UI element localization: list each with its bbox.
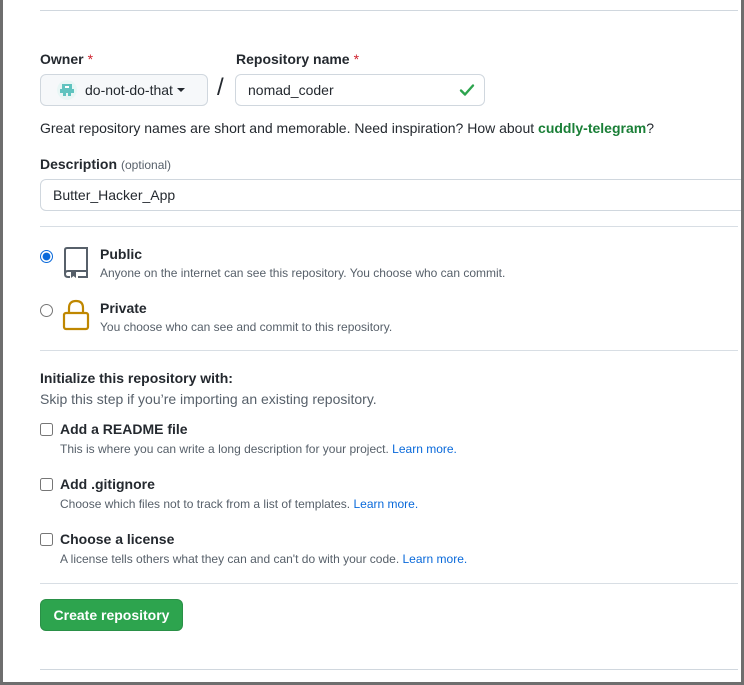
- public-title: Public: [100, 246, 143, 262]
- readme-title: Add a README file: [60, 421, 188, 437]
- owner-required-mark: *: [87, 51, 94, 67]
- owner-label: Owner *: [40, 51, 94, 67]
- optional-tag: (optional): [121, 158, 172, 172]
- initialize-subtitle: Skip this step if you’re importing an ex…: [40, 391, 377, 407]
- private-description: You choose who can see and commit to thi…: [100, 320, 393, 334]
- license-learn-more-link[interactable]: Learn more.: [403, 552, 468, 566]
- repository-name-hint: Great repository names are short and mem…: [40, 120, 654, 136]
- identicon-avatar: [57, 80, 77, 100]
- divider: [40, 583, 738, 584]
- private-radio[interactable]: [40, 304, 53, 317]
- license-checkbox[interactable]: [40, 533, 53, 546]
- gitignore-description: Choose which files not to track from a l…: [60, 497, 419, 511]
- public-radio[interactable]: [40, 250, 53, 263]
- public-description: Anyone on the internet can see this repo…: [100, 266, 506, 280]
- owner-select[interactable]: do-not-do-that: [40, 74, 208, 106]
- repository-name-input[interactable]: [235, 74, 485, 106]
- description-label: Description (optional): [40, 156, 172, 172]
- owner-repo-separator: /: [217, 74, 224, 101]
- readme-learn-more-link[interactable]: Learn more.: [392, 442, 457, 456]
- top-divider: [40, 10, 738, 11]
- description-input[interactable]: [40, 179, 744, 211]
- check-icon: [459, 84, 475, 96]
- gitignore-checkbox[interactable]: [40, 478, 53, 491]
- owner-name: do-not-do-that: [85, 82, 173, 98]
- bottom-divider: [40, 669, 738, 670]
- lock-icon: [62, 299, 90, 331]
- repo-icon: [64, 247, 88, 278]
- create-repository-button[interactable]: Create repository: [40, 599, 183, 631]
- readme-description: This is where you can write a long descr…: [60, 442, 457, 456]
- gitignore-title: Add .gitignore: [60, 476, 155, 492]
- caret-down-icon: [176, 88, 185, 92]
- repository-name-label: Repository name *: [236, 51, 360, 67]
- divider: [40, 350, 738, 351]
- divider: [40, 226, 738, 227]
- readme-checkbox[interactable]: [40, 423, 53, 436]
- initialize-title: Initialize this repository with:: [40, 370, 233, 386]
- gitignore-learn-more-link[interactable]: Learn more.: [353, 497, 418, 511]
- suggested-name-link[interactable]: cuddly-telegram: [538, 120, 646, 136]
- license-title: Choose a license: [60, 531, 175, 547]
- private-title: Private: [100, 300, 147, 316]
- repository-required-mark: *: [353, 51, 360, 67]
- license-description: A license tells others what they can and…: [60, 552, 468, 566]
